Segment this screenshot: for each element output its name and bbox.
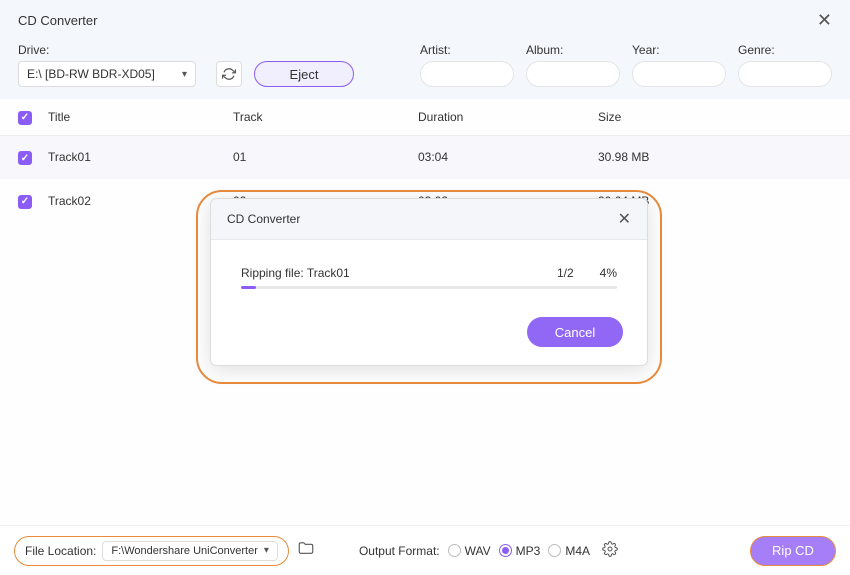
- window-title: CD Converter: [18, 13, 97, 28]
- table-row: Track01 01 03:04 30.98 MB: [0, 136, 850, 180]
- format-mp3-radio[interactable]: MP3: [499, 544, 541, 558]
- cell-track: 01: [233, 150, 418, 164]
- genre-label: Genre:: [738, 43, 832, 57]
- col-track: Track: [233, 110, 418, 124]
- progress-dialog: CD Converter ✕ Ripping file: Track01 1/2…: [210, 198, 648, 366]
- refresh-button[interactable]: [216, 61, 242, 87]
- year-field[interactable]: [632, 61, 726, 87]
- drive-selected: E:\ [BD-RW BDR-XD05]: [27, 67, 155, 81]
- format-wav-label: WAV: [465, 544, 491, 558]
- folder-icon: [297, 539, 315, 557]
- cell-title: Track02: [48, 194, 233, 208]
- file-location-select[interactable]: F:\Wondershare UniConverter ▾: [102, 541, 278, 561]
- progress-bar: [241, 286, 617, 289]
- footer-bar: File Location: F:\Wondershare UniConvert…: [0, 525, 850, 575]
- chevron-down-icon: ▾: [182, 69, 187, 80]
- cell-size: 30.98 MB: [598, 150, 832, 164]
- table-header: Title Track Duration Size: [0, 99, 850, 136]
- close-icon[interactable]: ✕: [813, 8, 836, 33]
- genre-field[interactable]: [738, 61, 832, 87]
- format-mp3-label: MP3: [516, 544, 541, 558]
- cancel-button[interactable]: Cancel: [527, 317, 623, 347]
- year-label: Year:: [632, 43, 726, 57]
- col-duration: Duration: [418, 110, 598, 124]
- chevron-down-icon: ▾: [264, 545, 269, 556]
- ripping-file-label: Ripping file: Track01: [241, 266, 350, 280]
- drive-label: Drive:: [18, 43, 208, 57]
- output-format-label: Output Format:: [359, 544, 440, 558]
- gear-icon: [602, 541, 618, 557]
- album-label: Album:: [526, 43, 620, 57]
- format-wav-radio[interactable]: WAV: [448, 544, 491, 558]
- modal-close-icon[interactable]: ✕: [618, 209, 631, 229]
- eject-button[interactable]: Eject: [254, 61, 354, 87]
- row-checkbox[interactable]: [18, 151, 32, 165]
- drive-section: Drive: E:\ [BD-RW BDR-XD05] ▾: [18, 43, 208, 87]
- rip-cd-button[interactable]: Rip CD: [750, 536, 836, 566]
- cell-title: Track01: [48, 150, 233, 164]
- format-settings-button[interactable]: [602, 541, 618, 560]
- file-location-section: File Location: F:\Wondershare UniConvert…: [14, 536, 289, 566]
- select-all-checkbox[interactable]: [18, 111, 32, 125]
- row-checkbox[interactable]: [18, 195, 32, 209]
- format-m4a-label: M4A: [565, 544, 590, 558]
- col-size: Size: [598, 110, 832, 124]
- refresh-icon: [222, 67, 236, 81]
- format-m4a-radio[interactable]: M4A: [548, 544, 590, 558]
- progress-fill: [241, 286, 256, 289]
- file-location-value: F:\Wondershare UniConverter: [111, 545, 258, 557]
- open-folder-button[interactable]: [297, 539, 315, 562]
- drive-select[interactable]: E:\ [BD-RW BDR-XD05] ▾: [18, 61, 196, 87]
- artist-field[interactable]: [420, 61, 514, 87]
- modal-title: CD Converter: [227, 212, 300, 226]
- ripping-percent: 4%: [600, 266, 617, 280]
- ripping-count: 1/2: [557, 266, 574, 280]
- artist-label: Artist:: [420, 43, 514, 57]
- file-location-label: File Location:: [25, 544, 96, 558]
- col-title: Title: [48, 110, 233, 124]
- output-format-section: Output Format: WAV MP3 M4A: [359, 541, 618, 560]
- cell-duration: 03:04: [418, 150, 598, 164]
- album-field[interactable]: [526, 61, 620, 87]
